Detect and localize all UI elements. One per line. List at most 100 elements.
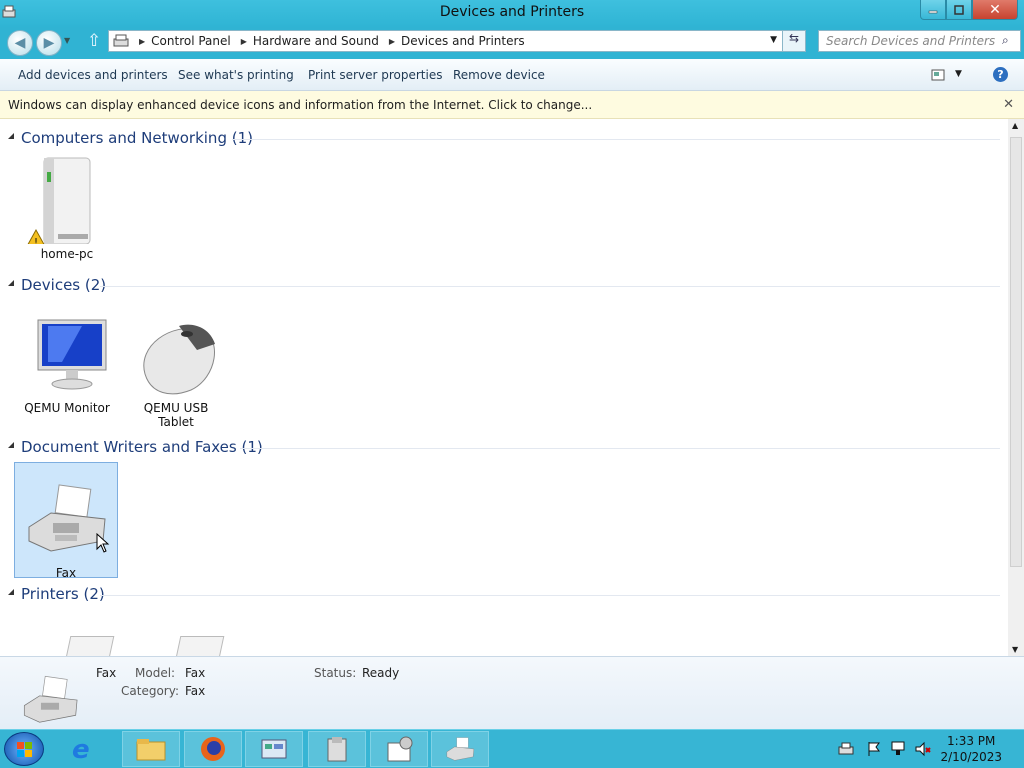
breadcrumb-control-panel[interactable]: Control Panel <box>151 34 231 48</box>
clock-time: 1:33 PM <box>947 734 996 748</box>
clock-date: 2/10/2023 <box>940 750 1002 764</box>
group-divider <box>240 448 1000 449</box>
collapse-icon[interactable] <box>8 589 14 595</box>
device-label: QEMU Monitor <box>24 401 110 415</box>
breadcrumb-hardware-sound[interactable]: Hardware and Sound <box>253 34 379 48</box>
group-header[interactable]: Printers (2) <box>0 583 1000 605</box>
fax-icon <box>446 737 475 761</box>
group-label: Devices (2) <box>21 276 107 294</box>
fax-icon <box>23 675 78 723</box>
breadcrumb-arrow-icon[interactable]: ▶ <box>241 37 247 46</box>
group-label: Document Writers and Faxes (1) <box>21 438 263 456</box>
monitor-icon <box>37 319 107 390</box>
group-label: Computers and Networking (1) <box>21 129 253 147</box>
breadcrumb-arrow-icon[interactable]: ▶ <box>139 37 145 46</box>
firefox-icon <box>201 737 225 761</box>
restore-icon <box>954 4 964 15</box>
printer-tray-icon[interactable] <box>837 740 855 758</box>
folder-icon <box>136 739 166 761</box>
internet-explorer-icon[interactable]: e <box>72 735 90 765</box>
remove-device-button[interactable]: Remove device <box>453 68 545 82</box>
address-bar[interactable]: ▶ Control Panel ▶ Hardware and Sound ▶ D… <box>108 30 806 52</box>
back-button[interactable]: ◀ <box>7 30 33 56</box>
device-label: Tablet <box>158 415 194 429</box>
minimize-icon <box>928 10 938 13</box>
scroll-thumb[interactable] <box>1010 137 1022 567</box>
forward-arrow-icon: ▶ <box>43 35 55 51</box>
vertical-scrollbar[interactable]: ▲ ▼ <box>1008 119 1024 656</box>
device-label: QEMU USB <box>143 401 209 415</box>
volume-muted-icon[interactable] <box>914 740 932 758</box>
info-bar-text[interactable]: Windows can display enhanced device icon… <box>8 98 592 112</box>
system-clock[interactable]: 1:33 PM 2/10/2023 <box>940 733 1002 765</box>
details-category-value: Fax <box>185 684 206 698</box>
taskbar-firefox[interactable] <box>184 731 242 767</box>
windows-logo-icon <box>17 742 32 757</box>
group-divider <box>100 595 1000 596</box>
breadcrumb-arrow-icon[interactable]: ▶ <box>389 37 395 46</box>
title-bar: Devices and Printers ✕ <box>0 0 1024 27</box>
add-devices-button[interactable]: Add devices and printers <box>18 68 168 82</box>
search-input[interactable]: Search Devices and Printers <box>818 30 1021 52</box>
network-icon[interactable] <box>890 740 908 758</box>
library-icon <box>327 737 347 762</box>
print-server-button[interactable]: Print server properties <box>308 68 442 82</box>
up-arrow-icon[interactable]: ⇧ <box>87 31 101 51</box>
view-dropdown-icon[interactable]: ▼ <box>955 69 962 79</box>
calendar-icon <box>387 736 413 762</box>
minimize-button[interactable] <box>920 0 946 20</box>
refresh-icon[interactable]: ⇆ <box>782 30 806 52</box>
forward-button[interactable]: ▶ <box>36 30 62 56</box>
restore-button[interactable] <box>946 0 972 20</box>
taskbar-app[interactable] <box>308 731 366 767</box>
start-button[interactable] <box>4 732 44 766</box>
details-category-label: Category: <box>121 684 179 698</box>
device-home-pc[interactable]: ! home-pc <box>15 154 119 261</box>
collapse-icon[interactable] <box>8 133 14 139</box>
action-center-flag-icon[interactable] <box>865 740 883 758</box>
info-bar-close-icon[interactable]: ✕ <box>1003 97 1014 112</box>
group-header[interactable]: Computers and Networking (1) <box>0 127 1000 149</box>
group-divider <box>232 139 1000 140</box>
device-qemu-monitor[interactable]: QEMU Monitor <box>15 316 119 415</box>
printer-icon[interactable] <box>65 636 115 656</box>
command-bar: Add devices and printers See what's prin… <box>0 59 1024 91</box>
device-label: Fax <box>55 566 77 580</box>
taskbar-devices-printers[interactable] <box>431 731 489 767</box>
svg-text:!: ! <box>34 237 38 244</box>
group-label: Printers (2) <box>21 585 105 603</box>
breadcrumb-devices-printers[interactable]: Devices and Printers <box>401 34 525 48</box>
recent-pages-icon[interactable]: ▼ <box>64 36 70 45</box>
collapse-icon[interactable] <box>8 280 14 286</box>
view-options-icon[interactable] <box>931 69 945 81</box>
taskbar-control-panel[interactable] <box>245 731 303 767</box>
close-icon: ✕ <box>989 1 1001 18</box>
scroll-down-icon[interactable]: ▼ <box>1012 645 1018 654</box>
back-arrow-icon: ◀ <box>14 35 26 51</box>
details-model-label: Model: <box>135 666 176 680</box>
see-printing-button[interactable]: See what's printing <box>178 68 294 82</box>
help-icon[interactable]: ? <box>993 67 1008 82</box>
details-pane: Fax Model: Fax Category: Fax Status: Rea… <box>0 656 1024 729</box>
taskbar-file-explorer[interactable] <box>122 731 180 767</box>
info-bar[interactable]: Windows can display enhanced device icon… <box>0 91 1024 119</box>
device-list: Computers and Networking (1) ! home-pc D… <box>0 119 1008 656</box>
close-button[interactable]: ✕ <box>972 0 1018 20</box>
search-icon[interactable]: ⌕ <box>1002 33 1009 48</box>
taskbar-app[interactable] <box>370 731 428 767</box>
printer-icon[interactable] <box>175 636 225 656</box>
window-title: Devices and Printers <box>439 4 585 20</box>
address-dropdown-icon[interactable]: ▼ <box>770 35 777 45</box>
group-header[interactable]: Devices (2) <box>0 274 1000 296</box>
details-device-name: Fax <box>96 666 117 680</box>
collapse-icon[interactable] <box>8 442 14 448</box>
group-header[interactable]: Document Writers and Faxes (1) <box>0 436 1000 458</box>
mouse-cursor-icon <box>96 533 110 553</box>
taskbar: e 1:33 PM 2/10/2023 <box>0 729 1024 768</box>
scroll-up-icon[interactable]: ▲ <box>1012 121 1018 130</box>
control-panel-icon <box>261 739 287 759</box>
computer-icon: ! <box>25 157 91 249</box>
device-fax[interactable]: Fax <box>14 462 118 580</box>
details-status-label: Status: <box>314 666 357 680</box>
device-qemu-usb-tablet[interactable]: QEMU USB Tablet <box>124 316 228 429</box>
